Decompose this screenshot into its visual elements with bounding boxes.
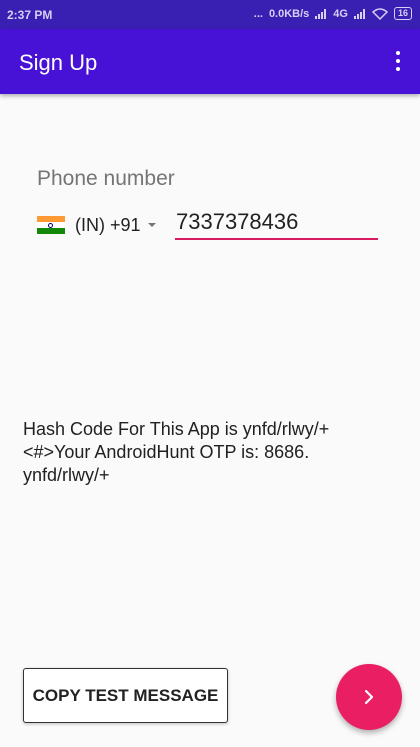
network-speed: 0.0KB/s xyxy=(268,7,310,20)
hash-line-repeat: ynfd/rlwy/+ xyxy=(23,465,110,485)
india-flag-icon xyxy=(37,215,65,235)
phone-number-input[interactable] xyxy=(175,206,378,240)
hash-line: Hash Code For This App is ynfd/rlwy/+ xyxy=(23,419,330,439)
chevron-right-icon xyxy=(364,689,374,705)
app-bar: Sign Up xyxy=(0,29,420,94)
next-fab-button[interactable] xyxy=(336,664,402,730)
hash-code-text: Hash Code For This App is ynfd/rlwy/+ <#… xyxy=(23,418,403,487)
wifi-icon xyxy=(371,7,388,20)
more-vert-icon[interactable] xyxy=(390,48,406,74)
status-bar: 2:37 PM ... 0.0KB/s 4G 16 xyxy=(0,0,420,29)
battery-icon: 16 xyxy=(393,7,412,20)
phone-number-label: Phone number xyxy=(37,167,175,190)
status-dots: ... xyxy=(253,7,263,20)
otp-line: <#>Your AndroidHunt OTP is: 8686. xyxy=(23,442,310,462)
page-title: Sign Up xyxy=(19,50,98,75)
country-code-text: (IN) +91 xyxy=(75,214,141,235)
network-type: 4G xyxy=(333,7,348,20)
status-indicators: ... 0.0KB/s 4G 16 xyxy=(254,7,412,20)
signal-icon-secondary xyxy=(353,8,366,19)
country-code-picker[interactable]: (IN) +91 xyxy=(37,212,156,238)
copy-test-message-button[interactable]: COPY TEST MESSAGE xyxy=(23,668,228,723)
dropdown-arrow-icon xyxy=(147,223,156,227)
signal-icon xyxy=(315,8,327,19)
status-time: 2:37 PM xyxy=(7,8,53,22)
